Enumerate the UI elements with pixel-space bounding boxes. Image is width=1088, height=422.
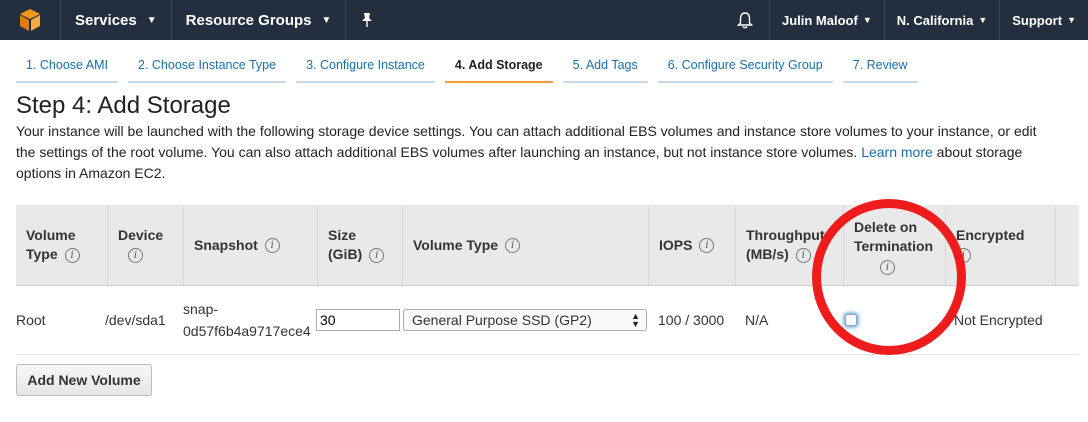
header-vol-type-label: Volume Type	[413, 236, 499, 253]
page-description: Your instance will be launched with the …	[16, 121, 1056, 184]
info-icon[interactable]: i	[795, 247, 811, 263]
header-size-line1: Size	[328, 227, 357, 243]
tab-add-tags[interactable]: 5. Add Tags	[562, 51, 648, 83]
tab-configure-security-group[interactable]: 6. Configure Security Group	[657, 51, 833, 83]
header-volume-type: Volume Type i	[16, 205, 108, 285]
wizard-steps: 1. Choose AMI 2. Choose Instance Type 3.…	[16, 51, 928, 83]
header-iops: IOPS i	[649, 205, 736, 285]
cell-snapshot-line2: 0d57f6b4a9717ece4	[183, 323, 311, 339]
cell-snapshot: snap- 0d57f6b4a9717ece4	[183, 286, 311, 354]
info-icon[interactable]: i	[369, 247, 385, 263]
tab-review[interactable]: 7. Review	[842, 51, 918, 83]
header-size: Size (GiB) i	[318, 205, 403, 285]
volume-type-select[interactable]: General Purpose SSD (GP2) ▲ ▼	[403, 309, 647, 331]
tab-add-storage[interactable]: 4. Add Storage	[444, 51, 553, 83]
header-iops-label: IOPS	[659, 236, 693, 253]
cell-volume-type-select: General Purpose SSD (GP2) ▲ ▼	[403, 286, 647, 354]
info-icon[interactable]: i	[505, 237, 521, 253]
info-icon[interactable]: i	[264, 237, 280, 253]
pin-icon	[362, 13, 373, 27]
size-input[interactable]	[316, 309, 400, 331]
info-icon[interactable]: i	[699, 237, 715, 253]
info-icon[interactable]: i	[956, 247, 971, 263]
notifications-button[interactable]	[721, 0, 769, 40]
header-device: Device i	[108, 205, 184, 285]
page-title: Step 4: Add Storage	[16, 92, 231, 119]
info-icon[interactable]: i	[128, 247, 143, 263]
tab-configure-instance[interactable]: 3. Configure Instance	[296, 51, 435, 83]
header-device-label: Device	[118, 227, 164, 243]
header-snapshot-label: Snapshot	[194, 236, 258, 253]
top-navigation-bar: Services ▼ Resource Groups ▼ Julin Maloo…	[0, 0, 1088, 40]
cell-snapshot-line1: snap-	[183, 301, 219, 317]
table-row: Root /dev/sda1 snap- 0d57f6b4a9717ece4 Ge…	[16, 286, 1079, 355]
header-delete-line2: Termination	[854, 238, 934, 254]
header-delete-on-termination: Delete on Termination i	[844, 205, 946, 285]
user-menu[interactable]: Julin Maloof ▼	[768, 0, 884, 40]
aws-logo[interactable]	[0, 0, 61, 40]
header-encrypted-label: Encrypted	[956, 227, 1025, 243]
user-name: Julin Maloof	[781, 12, 858, 28]
header-throughput-line1: Throughput	[746, 227, 825, 243]
header-throughput-line2: (MB/s)	[746, 246, 789, 262]
add-new-volume-button[interactable]: Add New Volume	[16, 364, 152, 396]
header-snapshot: Snapshot i	[184, 205, 318, 285]
cell-delete-on-termination	[845, 286, 857, 354]
header-size-line2: (GiB)	[328, 246, 363, 262]
region-menu[interactable]: N. California ▼	[883, 0, 1000, 40]
select-arrows-icon: ▲ ▼	[631, 311, 640, 329]
chevron-down-icon: ▼	[862, 15, 872, 25]
cell-encrypted: Not Encrypted	[954, 312, 1043, 328]
cell-size	[316, 286, 400, 354]
region-label: N. California	[896, 12, 974, 28]
bell-icon	[736, 12, 753, 29]
aws-cube-icon	[20, 9, 40, 31]
services-label: Services	[75, 11, 137, 29]
tab-choose-ami[interactable]: 1. Choose AMI	[16, 51, 118, 83]
header-volume-type-select: Volume Type i	[403, 205, 649, 285]
services-menu[interactable]: Services ▼	[61, 0, 172, 40]
support-label: Support	[1012, 12, 1063, 28]
header-volume-type-line2: Type	[26, 246, 58, 262]
chevron-down-icon: ▼	[321, 14, 332, 26]
chevron-down-icon: ▼	[1067, 15, 1076, 25]
info-icon[interactable]: i	[64, 247, 80, 263]
pin-button[interactable]	[346, 0, 388, 40]
learn-more-link[interactable]: Learn more	[861, 144, 933, 160]
resource-groups-label: Resource Groups	[185, 11, 312, 29]
support-menu[interactable]: Support ▼	[999, 0, 1088, 40]
cell-iops: 100 / 3000	[658, 312, 725, 328]
cell-device: /dev/sda1	[105, 312, 166, 328]
cell-throughput: N/A	[745, 312, 769, 328]
info-icon[interactable]: i	[880, 260, 895, 276]
header-encrypted: Encrypted i	[946, 205, 1056, 285]
storage-table-header: Volume Type i Device i Snapshot i Size (GiB) i…	[16, 205, 1079, 286]
volume-type-selected: General Purpose SSD (GP2)	[412, 312, 592, 328]
chevron-down-icon: ▼	[978, 15, 988, 25]
tab-choose-instance-type[interactable]: 2. Choose Instance Type	[128, 51, 287, 83]
cell-volume-type: Root	[16, 312, 46, 328]
resource-groups-menu[interactable]: Resource Groups ▼	[172, 0, 347, 40]
header-volume-type-line1: Volume	[26, 227, 76, 243]
header-delete-line1: Delete on	[854, 219, 918, 235]
header-throughput: Throughput (MB/s) i	[736, 205, 844, 285]
chevron-down-icon: ▼	[146, 14, 157, 26]
delete-on-termination-checkbox[interactable]	[845, 314, 857, 326]
